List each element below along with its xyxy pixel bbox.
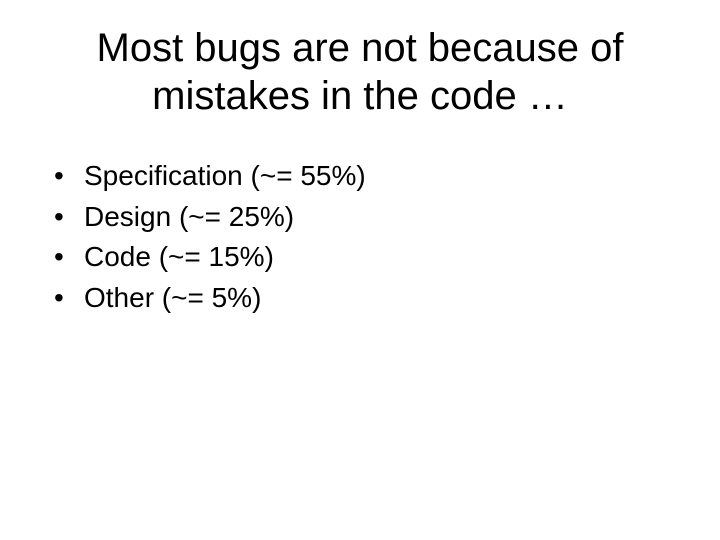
list-item: • Design (~= 25%)	[54, 197, 672, 238]
bullet-icon: •	[54, 156, 84, 197]
bullet-text: Other (~= 5%)	[84, 278, 261, 319]
bullet-text: Code (~= 15%)	[84, 237, 274, 278]
list-item: • Specification (~= 55%)	[54, 156, 672, 197]
bullet-list: • Specification (~= 55%) • Design (~= 25…	[48, 156, 672, 318]
list-item: • Code (~= 15%)	[54, 237, 672, 278]
slide: Most bugs are not because of mistakes in…	[0, 0, 720, 540]
bullet-text: Design (~= 25%)	[84, 197, 294, 238]
bullet-icon: •	[54, 278, 84, 319]
bullet-text: Specification (~= 55%)	[84, 156, 366, 197]
list-item: • Other (~= 5%)	[54, 278, 672, 319]
bullet-icon: •	[54, 197, 84, 238]
slide-title: Most bugs are not because of mistakes in…	[48, 24, 672, 120]
bullet-icon: •	[54, 237, 84, 278]
